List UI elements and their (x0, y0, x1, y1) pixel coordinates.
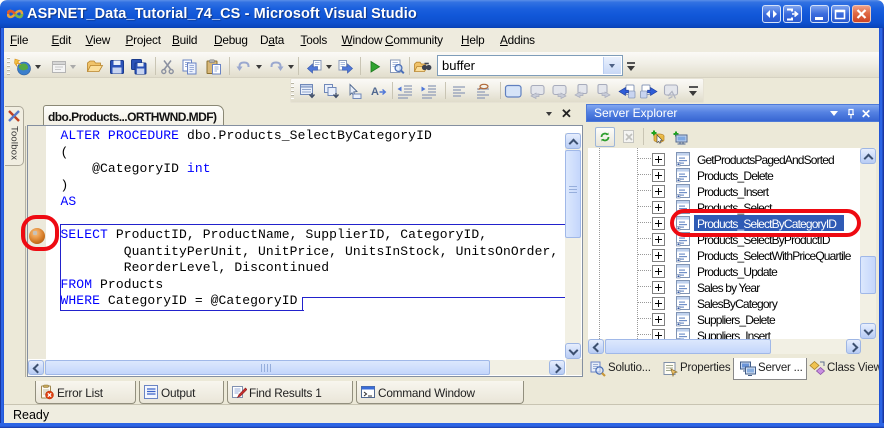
svg-text:A: A (371, 86, 379, 98)
